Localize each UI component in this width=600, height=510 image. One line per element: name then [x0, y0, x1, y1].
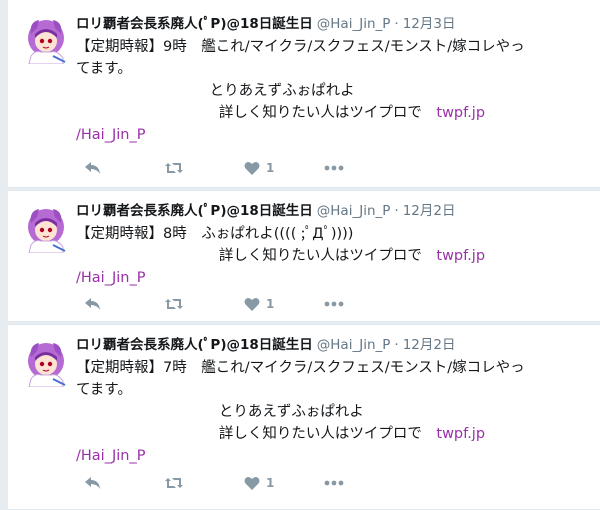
avatar[interactable]	[23, 205, 69, 253]
tweet-link[interactable]: twpf.jp	[436, 248, 485, 264]
separator-dot: ·	[394, 203, 399, 219]
fullname[interactable]: ロリ覇者会長系廃人(ﾟP)@18日誕生日	[76, 16, 313, 32]
timestamp[interactable]: 12月2日	[403, 203, 456, 219]
timestamp[interactable]: 12月2日	[403, 337, 456, 353]
retweet-icon	[165, 163, 183, 173]
tweet-text: 【定期時報】9時 艦これ/マイクラ/スクフェス/モンスト/嫁コレやっ てます。 …	[76, 36, 594, 146]
more-button[interactable]	[324, 473, 364, 493]
more-button[interactable]	[324, 158, 364, 178]
avatar[interactable]	[23, 339, 69, 387]
tweet-header: ロリ覇者会長系廃人(ﾟP)@18日誕生日 @Hai_Jin_P · 12月2日	[76, 335, 594, 355]
like-count: 1	[266, 476, 275, 490]
retweet-icon	[165, 478, 183, 488]
tweet-content: ロリ覇者会長系廃人(ﾟP)@18日誕生日 @Hai_Jin_P · 12月2日 【定期…	[76, 201, 594, 289]
retweet-button[interactable]	[164, 473, 244, 493]
heart-icon	[244, 476, 260, 490]
tweet-link-path[interactable]: /Hai_Jin_P	[76, 448, 145, 464]
tweet-text-line: 詳しく知りたい人はツイプロで	[76, 426, 437, 442]
separator-dot: ·	[394, 337, 399, 353]
tweet-actions: 1	[84, 158, 364, 178]
avatar[interactable]	[23, 16, 69, 64]
screenname[interactable]: @Hai_Jin_P	[317, 16, 391, 32]
reply-button[interactable]	[84, 158, 164, 178]
reply-icon	[85, 477, 100, 489]
reply-button[interactable]	[84, 294, 164, 314]
retweet-button[interactable]	[164, 294, 244, 314]
retweet-button[interactable]	[164, 158, 244, 178]
tweet-link[interactable]: twpf.jp	[436, 426, 485, 442]
tweet-text-line: 【定期時報】7時 艦これ/マイクラ/スクフェス/モンスト/嫁コレやっ	[76, 360, 525, 376]
tweet-text: 【定期時報】7時 艦これ/マイクラ/スクフェス/モンスト/嫁コレやっ てます。 …	[76, 357, 594, 467]
tweet-actions: 1	[84, 294, 364, 314]
like-button[interactable]: 1	[244, 294, 324, 314]
more-icon	[324, 301, 344, 307]
tweet-text: 【定期時報】8時 ふぉぱれよ(((( ;ﾟДﾟ)))) 詳しく知りたい人はツイプ…	[76, 223, 594, 289]
heart-icon	[244, 297, 260, 311]
tweet-actions: 1	[84, 473, 364, 493]
tweet[interactable]: ロリ覇者会長系廃人(ﾟP)@18日誕生日 @Hai_Jin_P · 12月3日 【定期…	[8, 0, 600, 188]
screenname[interactable]: @Hai_Jin_P	[317, 337, 391, 353]
tweet-content: ロリ覇者会長系廃人(ﾟP)@18日誕生日 @Hai_Jin_P · 12月3日 【定期…	[76, 14, 594, 146]
tweet-text-line: 詳しく知りたい人はツイプロで	[76, 248, 437, 264]
separator-dot: ·	[394, 16, 399, 32]
more-icon	[324, 165, 344, 171]
tweet-text-line: とりあえずふぉぱれよ	[76, 83, 355, 99]
tweet-header: ロリ覇者会長系廃人(ﾟP)@18日誕生日 @Hai_Jin_P · 12月2日	[76, 201, 594, 221]
tweet-text-line: 【定期時報】8時 ふぉぱれよ(((( ;ﾟДﾟ))))	[76, 226, 354, 242]
timeline: ロリ覇者会長系廃人(ﾟP)@18日誕生日 @Hai_Jin_P · 12月3日 【定期…	[0, 0, 600, 510]
screenname[interactable]: @Hai_Jin_P	[317, 203, 391, 219]
like-count: 1	[266, 161, 275, 175]
tweet[interactable]: ロリ覇者会長系廃人(ﾟP)@18日誕生日 @Hai_Jin_P · 12月2日 【定期…	[8, 324, 600, 510]
retweet-icon	[165, 299, 183, 309]
fullname[interactable]: ロリ覇者会長系廃人(ﾟP)@18日誕生日	[76, 337, 313, 353]
tweet-text-line: てます。	[76, 61, 132, 77]
tweet-content: ロリ覇者会長系廃人(ﾟP)@18日誕生日 @Hai_Jin_P · 12月2日 【定期…	[76, 335, 594, 467]
tweet-link-path[interactable]: /Hai_Jin_P	[76, 270, 145, 286]
more-button[interactable]	[324, 294, 364, 314]
tweet-text-line: てます。	[76, 382, 132, 398]
tweet-text-line: とりあえずふぉぱれよ	[76, 404, 364, 420]
like-count: 1	[266, 297, 275, 311]
tweet[interactable]: ロリ覇者会長系廃人(ﾟP)@18日誕生日 @Hai_Jin_P · 12月2日 【定期…	[8, 190, 600, 322]
fullname[interactable]: ロリ覇者会長系廃人(ﾟP)@18日誕生日	[76, 203, 313, 219]
reply-icon	[85, 298, 100, 310]
reply-button[interactable]	[84, 473, 164, 493]
like-button[interactable]: 1	[244, 158, 324, 178]
timestamp[interactable]: 12月3日	[403, 16, 456, 32]
more-icon	[324, 480, 344, 486]
tweet-link-path[interactable]: /Hai_Jin_P	[76, 127, 145, 143]
tweet-text-line: 【定期時報】9時 艦これ/マイクラ/スクフェス/モンスト/嫁コレやっ	[76, 39, 525, 55]
reply-icon	[85, 162, 100, 174]
tweet-header: ロリ覇者会長系廃人(ﾟP)@18日誕生日 @Hai_Jin_P · 12月3日	[76, 14, 594, 34]
tweet-link[interactable]: twpf.jp	[436, 105, 485, 121]
like-button[interactable]: 1	[244, 473, 324, 493]
tweet-text-line: 詳しく知りたい人はツイプロで	[76, 105, 437, 121]
heart-icon	[244, 161, 260, 175]
